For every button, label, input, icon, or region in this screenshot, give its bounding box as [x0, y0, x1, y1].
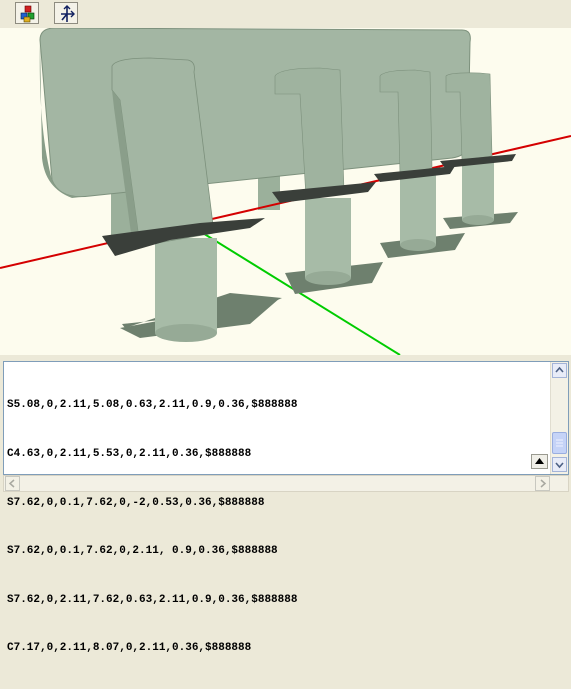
pin-cylinder [155, 238, 217, 333]
arrow-down-icon [555, 462, 564, 469]
pin-cylinder-base [155, 324, 217, 342]
code-line: S7.62,0,0.1,7.62,0,2.11, 0.9,0.36,$88888… [7, 545, 278, 558]
code-line: S5.08,0,2.11,5.08,0.63,2.11,0.9,0.36,$88… [7, 399, 298, 412]
scroll-down-button[interactable] [552, 457, 567, 472]
3d-scene [0, 28, 571, 355]
triangle-up-icon [535, 458, 544, 464]
horizontal-scrollbar[interactable] [3, 475, 569, 492]
pin-cylinder-base [462, 215, 494, 225]
arrow-right-icon [540, 479, 547, 488]
scroll-right-button[interactable] [535, 476, 550, 491]
arrow-up-icon [555, 366, 564, 373]
scroll-thumb[interactable] [552, 432, 567, 454]
code-line: C7.17,0,2.11,8.07,0,2.11,0.36,$888888 [7, 642, 252, 655]
code-editor[interactable]: S5.08,0,2.11,5.08,0.63,2.11,0.9,0.36,$88… [3, 361, 569, 654]
scroll-up-button[interactable] [552, 363, 567, 378]
view-cubes-button[interactable] [15, 2, 39, 24]
code-line: S7.62,0,2.11,7.62,0.63,2.11,0.9,0.36,$88… [7, 593, 298, 606]
grip-icon [556, 439, 563, 447]
pin-cylinder [400, 173, 436, 245]
vertical-scrollbar[interactable] [550, 362, 568, 474]
fit-axes-button[interactable] [54, 2, 78, 24]
code-lines: S5.08,0,2.11,5.08,0.63,2.11,0.9,0.36,$88… [7, 365, 297, 689]
pin-cylinder-base [305, 271, 351, 285]
code-line: C4.63,0,2.11,5.53,0,2.11,0.36,$888888 [7, 448, 252, 461]
code-line: S7.62,0,0.1,7.62,0,-2,0.53,0.36,$888888 [7, 496, 265, 509]
pin-cylinder [305, 198, 351, 278]
3d-viewport[interactable] [0, 28, 571, 355]
view-cubes-icon [20, 5, 35, 23]
pin-cylinder [462, 158, 494, 220]
fit-axes-icon [61, 5, 75, 22]
arrow-left-icon [8, 479, 15, 488]
pin-cylinder-base [400, 239, 436, 251]
expand-up-button[interactable] [531, 454, 548, 469]
scroll-left-button[interactable] [5, 476, 20, 491]
toolbar [0, 0, 571, 29]
